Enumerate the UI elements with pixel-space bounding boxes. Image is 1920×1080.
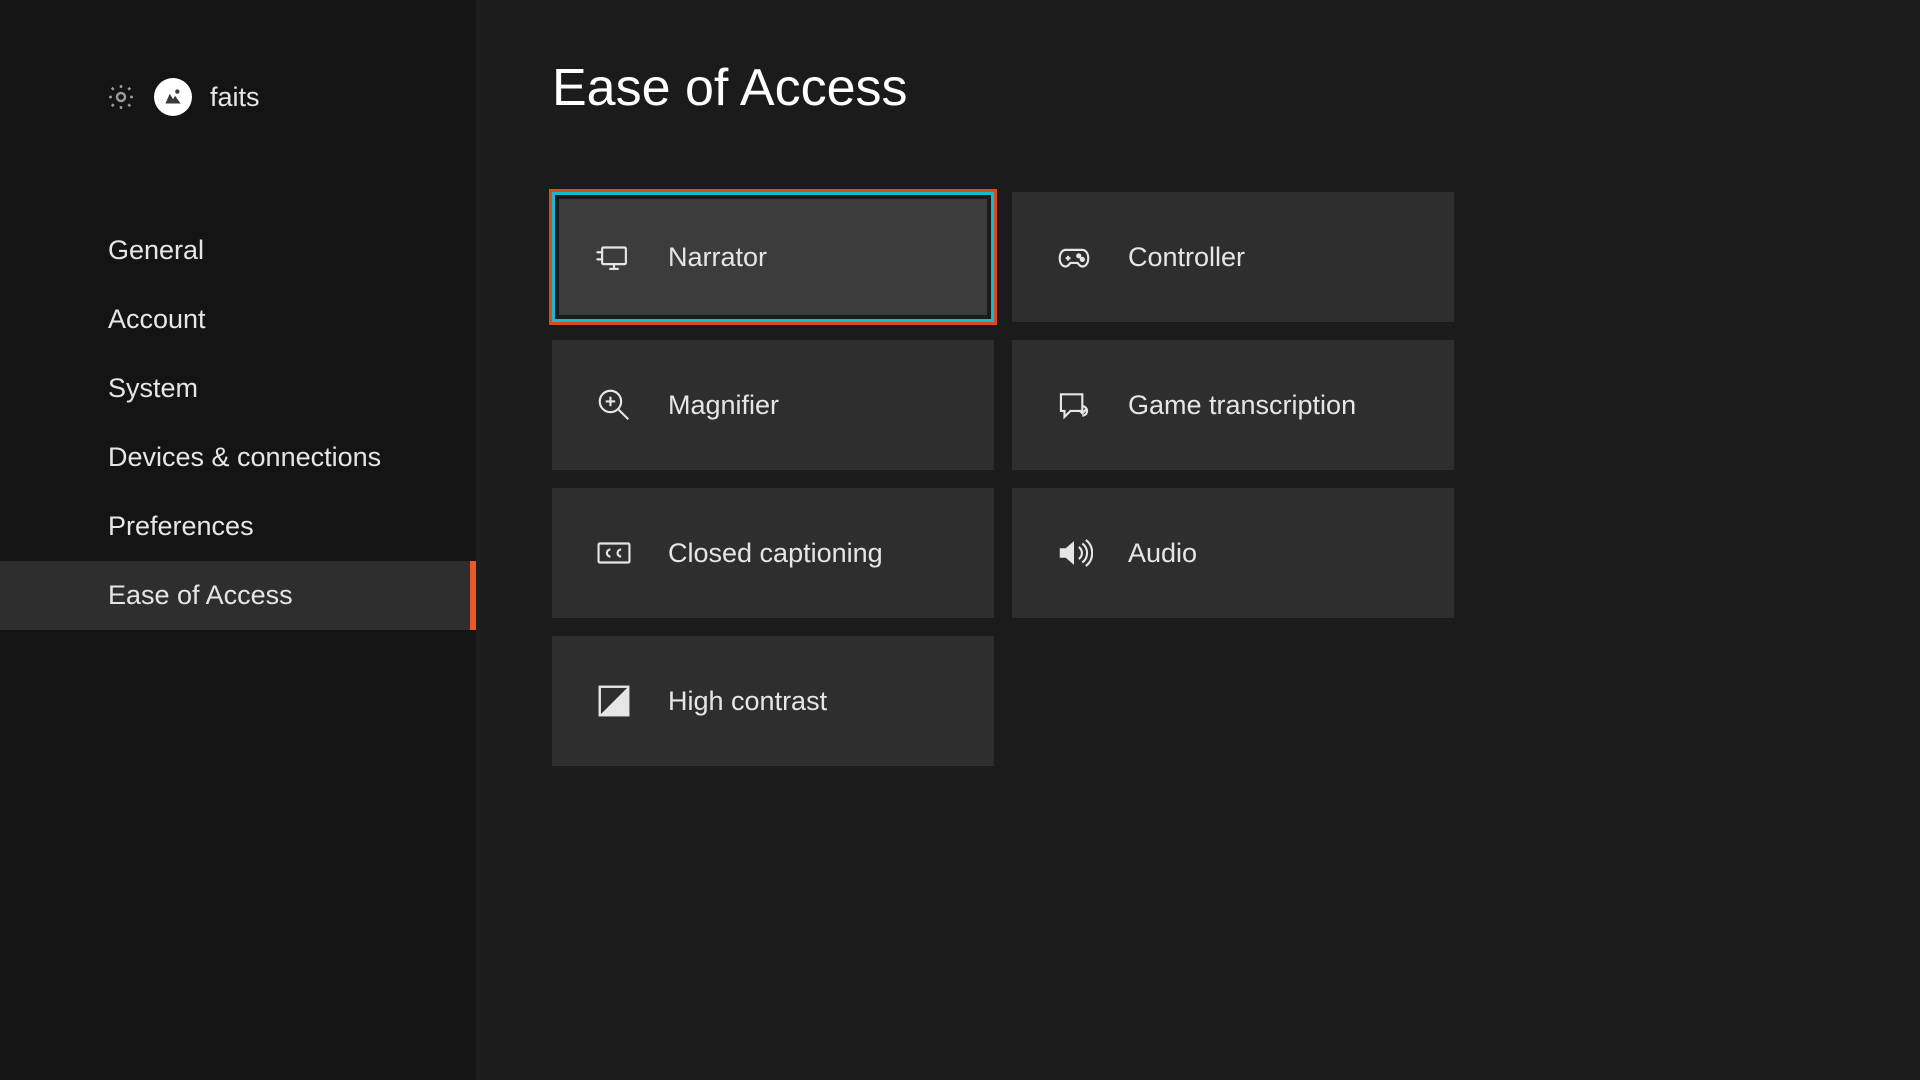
- game-transcription-icon: [1054, 386, 1094, 424]
- tile-narrator[interactable]: Narrator: [552, 192, 994, 322]
- settings-gear-icon: [106, 82, 136, 112]
- tile-controller[interactable]: Controller: [1012, 192, 1454, 322]
- sidebar-item-account[interactable]: Account: [0, 285, 476, 354]
- tile-label: Audio: [1128, 538, 1197, 569]
- sidebar-item-devices-connections[interactable]: Devices & connections: [0, 423, 476, 492]
- controller-icon: [1054, 238, 1094, 276]
- sidebar-item-system[interactable]: System: [0, 354, 476, 423]
- main-panel: Ease of Access Narrator: [480, 0, 1920, 1080]
- tile-closed-captioning[interactable]: Closed captioning: [552, 488, 994, 618]
- tile-label: Magnifier: [668, 390, 779, 421]
- sidebar-item-ease-of-access[interactable]: Ease of Access: [0, 561, 476, 630]
- tile-audio[interactable]: Audio: [1012, 488, 1454, 618]
- audio-icon: [1054, 534, 1094, 572]
- sidebar-nav: General Account System Devices & connect…: [0, 216, 476, 630]
- tile-label: Narrator: [668, 242, 767, 273]
- tile-magnifier[interactable]: Magnifier: [552, 340, 994, 470]
- tile-label: Closed captioning: [668, 538, 883, 569]
- tile-label: Controller: [1128, 242, 1245, 273]
- sidebar-item-general[interactable]: General: [0, 216, 476, 285]
- tile-label: High contrast: [668, 686, 827, 717]
- profile-username: faits: [210, 82, 260, 113]
- sidebar-item-preferences[interactable]: Preferences: [0, 492, 476, 561]
- closed-captioning-icon: [594, 534, 634, 572]
- sidebar: faits General Account System Devices & c…: [0, 0, 480, 1080]
- narrator-icon: [594, 238, 634, 276]
- tile-label: Game transcription: [1128, 390, 1356, 421]
- tile-high-contrast[interactable]: High contrast: [552, 636, 994, 766]
- high-contrast-icon: [594, 682, 634, 720]
- tile-grid: Narrator Controller: [552, 192, 1920, 766]
- profile-avatar[interactable]: [154, 78, 192, 116]
- tile-game-transcription[interactable]: Game transcription: [1012, 340, 1454, 470]
- profile-row: faits: [0, 78, 476, 116]
- page-title: Ease of Access: [552, 58, 1920, 118]
- magnifier-icon: [594, 386, 634, 424]
